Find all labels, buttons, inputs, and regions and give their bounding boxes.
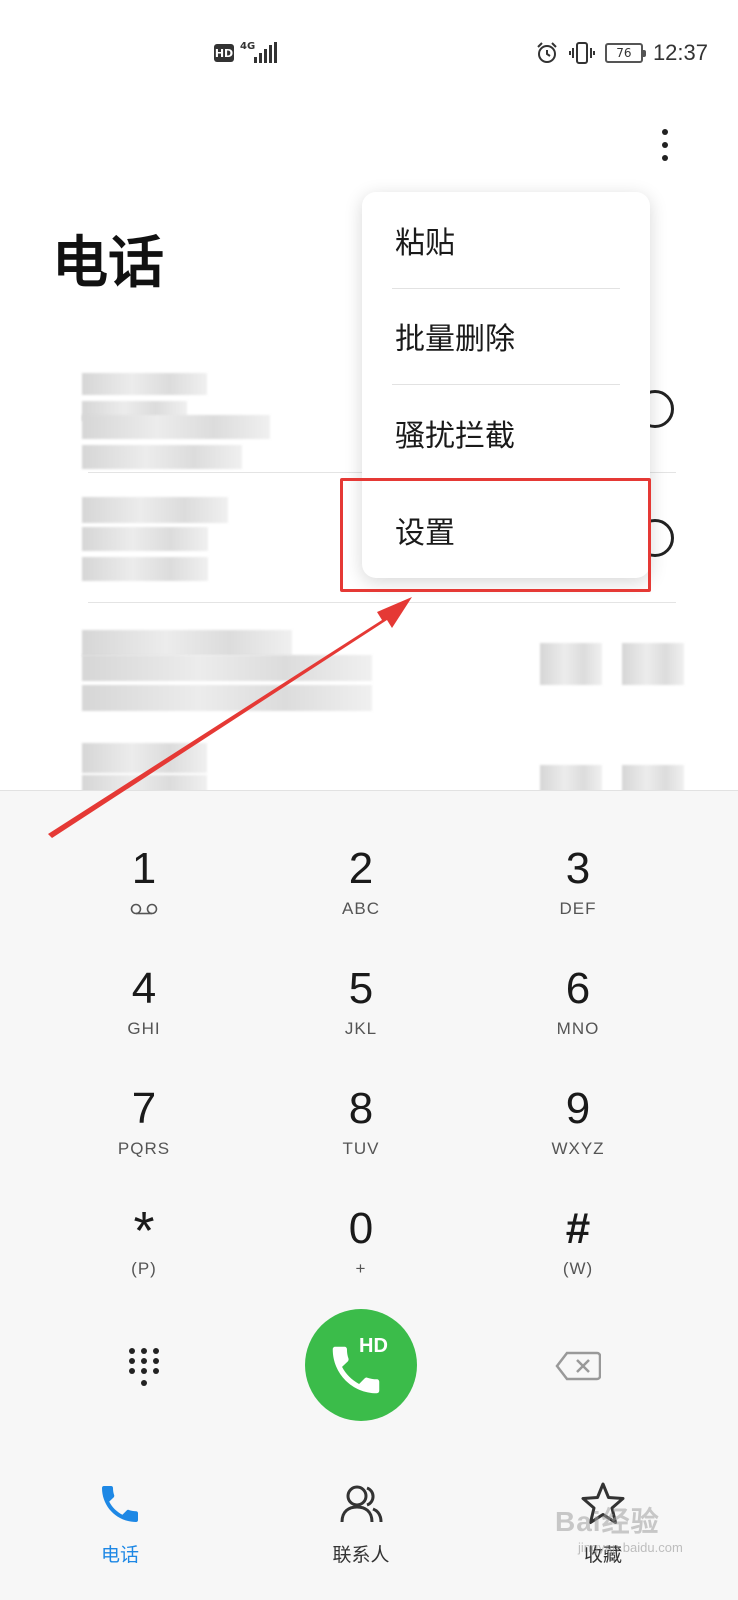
watermark-url: jingyan.baidu.com xyxy=(578,1540,683,1555)
menu-item-paste[interactable]: 粘贴 xyxy=(362,192,650,288)
key-letters: DEF xyxy=(559,899,597,918)
dialpad-key-2[interactable]: 2 ABC xyxy=(261,843,461,953)
clock: 12:37 xyxy=(652,40,708,65)
menu-item-batch-delete[interactable]: 批量删除 xyxy=(362,288,650,384)
dialpad-key-1[interactable]: 1 xyxy=(44,843,244,953)
key-digit: 5 xyxy=(348,964,374,1013)
key-digit: 7 xyxy=(131,1084,157,1133)
dialpad-key-6[interactable]: 6 MNO xyxy=(478,963,678,1073)
dialpad-key-0[interactable]: 0 + xyxy=(261,1203,461,1313)
dialpad-key-star[interactable]: * (P) xyxy=(44,1203,244,1313)
dialpad-key-hash[interactable]: # (W) xyxy=(478,1203,678,1313)
more-dot-icon xyxy=(662,129,668,135)
key-letters: PQRS xyxy=(117,1139,171,1158)
hd-indicator: HD xyxy=(214,44,234,62)
menu-item-harassment-block[interactable]: 骚扰拦截 xyxy=(362,385,650,481)
highlight-annotation xyxy=(340,478,651,592)
key-letters: WXYZ xyxy=(551,1139,605,1158)
key-letters: MNO xyxy=(556,1019,600,1038)
contacts-icon xyxy=(340,1485,383,1523)
dialpad-toggle-icon[interactable] xyxy=(126,1346,162,1390)
watermark: Bai经验 xyxy=(555,1506,660,1537)
key-letters: JKL xyxy=(344,1019,378,1038)
key-digit: 4 xyxy=(131,964,157,1013)
key-digit: 8 xyxy=(348,1084,374,1133)
key-digit: 2 xyxy=(348,844,374,893)
voicemail-icon xyxy=(130,903,158,915)
key-letters: GHI xyxy=(127,1019,161,1038)
dialpad-key-7[interactable]: 7 PQRS xyxy=(44,1083,244,1193)
key-digit: 6 xyxy=(565,964,591,1013)
more-options-button[interactable] xyxy=(650,120,680,170)
battery-indicator: 76 xyxy=(604,43,646,63)
more-dot-icon xyxy=(662,155,668,161)
signal-icon xyxy=(254,42,277,63)
key-digit: 1 xyxy=(131,844,157,893)
nav-label: 联系人 xyxy=(332,1544,390,1566)
phone-icon xyxy=(102,1486,138,1522)
key-letters: TUV xyxy=(342,1139,380,1158)
dialpad-key-5[interactable]: 5 JKL xyxy=(261,963,461,1073)
nav-item-contacts[interactable]: 联系人 xyxy=(291,1470,431,1580)
status-bar: HD 4G 76 12:37 xyxy=(0,0,738,100)
key-digit: * xyxy=(133,1201,155,1261)
key-digit: 0 xyxy=(348,1204,374,1253)
key-letters: (P) xyxy=(131,1259,157,1278)
dialpad-key-3[interactable]: 3 DEF xyxy=(478,843,678,953)
dialpad-key-4[interactable]: 4 GHI xyxy=(44,963,244,1073)
key-letters: + xyxy=(355,1259,367,1278)
dialpad-key-8[interactable]: 8 TUV xyxy=(261,1083,461,1193)
nav-label: 电话 xyxy=(100,1544,139,1566)
status-right: 76 12:37 xyxy=(535,38,708,68)
alarm-icon xyxy=(537,42,557,63)
nav-item-phone[interactable]: 电话 xyxy=(50,1470,190,1580)
key-digit: # xyxy=(565,1204,591,1253)
dialpad: 1 2 ABC 3 DEF 4 GHI 5 JKL 6 MNO 7 PQRS 8… xyxy=(0,790,738,1460)
page-title: 电话 xyxy=(52,231,164,296)
call-button[interactable]: HD xyxy=(305,1309,417,1421)
key-letters: ABC xyxy=(342,899,380,918)
dialpad-key-9[interactable]: 9 WXYZ xyxy=(478,1083,678,1193)
backspace-icon[interactable] xyxy=(555,1351,601,1381)
more-dot-icon xyxy=(662,142,668,148)
key-digit: 9 xyxy=(565,1084,591,1133)
vibrate-icon xyxy=(568,42,595,64)
key-digit: 3 xyxy=(565,844,591,893)
call-hd-label: HD xyxy=(359,1335,388,1357)
key-letters: (W) xyxy=(562,1259,594,1278)
